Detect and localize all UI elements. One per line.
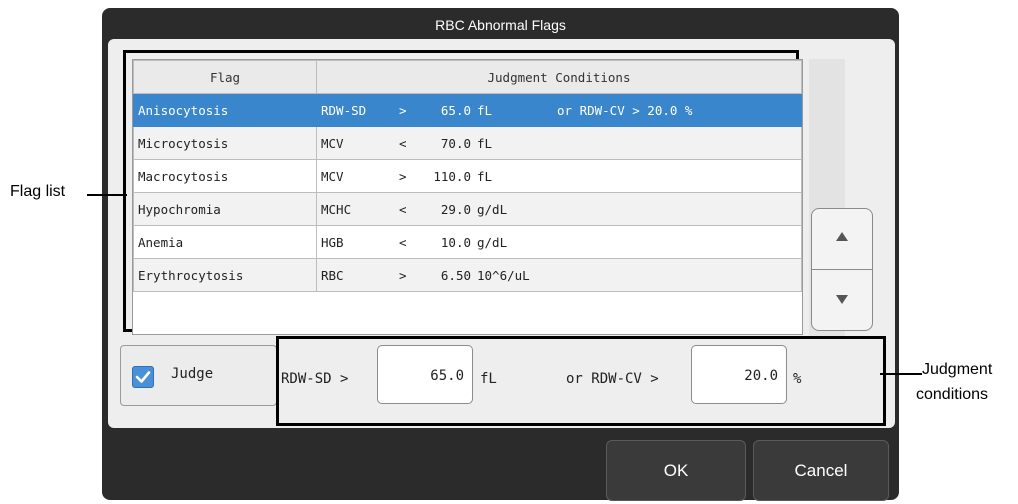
condition-param-1: RDW-SD >	[281, 371, 349, 387]
condition-param: HGB	[321, 234, 344, 250]
dialog-title: RBC Abnormal Flags	[435, 17, 566, 33]
condition-op: >	[399, 168, 407, 184]
condition-unit: fL	[477, 168, 493, 184]
flag-list-callout-line	[87, 194, 127, 196]
condition-unit: fL	[477, 102, 493, 118]
condition-value: 29.0	[440, 201, 471, 217]
judge-checkbox-button[interactable]: Judge	[120, 345, 277, 406]
condition-param: RDW-SD	[321, 102, 367, 118]
judge-label: Judge	[171, 366, 214, 382]
condition-param: RBC	[321, 267, 344, 283]
condition-op: >	[399, 102, 407, 118]
condition-unit: 10^6/uL	[477, 267, 530, 283]
rdw-sd-input[interactable]: 65.0	[377, 345, 473, 404]
condition-unit: g/dL	[477, 201, 508, 217]
triangle-up-icon	[836, 232, 848, 241]
condition-value: 70.0	[440, 135, 471, 151]
condition-value: 10.0	[440, 234, 471, 250]
condition-op: <	[399, 135, 407, 151]
condition-param: MCV	[321, 168, 344, 184]
condition-value: 110.0	[433, 168, 471, 184]
condition-extra: or RDW-CV > 20.0 %	[557, 102, 693, 118]
condition-value: 65.0	[440, 102, 471, 118]
condition-param: MCHC	[321, 201, 352, 217]
condition-value: 6.50	[440, 267, 471, 283]
judgment-callout-line	[880, 373, 922, 375]
condition-cell: RBC >6.50 10^6/uL	[316, 258, 802, 292]
condition-param-2: or RDW-CV >	[566, 371, 659, 387]
condition-op: <	[399, 234, 407, 250]
condition-cell: HGB <10.0 g/dL	[316, 225, 802, 259]
condition-unit: g/dL	[477, 234, 508, 250]
triangle-down-icon	[836, 295, 848, 304]
table-row[interactable]: Anemia HGB <10.0 g/dL	[133, 225, 802, 259]
scroll-down-button[interactable]	[811, 269, 873, 331]
rdw-cv-input[interactable]: 20.0	[691, 345, 787, 404]
rbc-abnormal-flags-dialog: RBC Abnormal Flags Flag Judgment Conditi…	[102, 8, 899, 501]
table-row[interactable]: Microcytosis MCV <70.0 fL	[133, 126, 802, 160]
condition-op: >	[399, 267, 407, 283]
flag-table: Flag Judgment Conditions Anisocytosis RDW…	[133, 60, 802, 292]
condition-op: <	[399, 201, 407, 217]
flag-name-cell: Erythrocytosis	[133, 258, 317, 292]
column-header-flag: Flag	[133, 60, 317, 94]
condition-cell: MCV >110.0 fL	[316, 159, 802, 193]
flag-name-cell: Hypochromia	[133, 192, 317, 226]
column-header-conditions: Judgment Conditions	[316, 60, 802, 94]
flag-list-callout: Flag list	[10, 183, 66, 200]
judgment-callout-line2: conditions	[916, 386, 989, 403]
condition-cell: MCHC <29.0 g/dL	[316, 192, 802, 226]
table-row[interactable]: Anisocytosis RDW-SD >65.0 fL or RDW-CV > 20.…	[133, 93, 802, 127]
table-row[interactable]: Hypochromia MCHC <29.0 g/dL	[133, 192, 802, 226]
condition-param: MCV	[321, 135, 344, 151]
flag-list: Flag Judgment Conditions Anisocytosis RDW…	[132, 59, 803, 335]
condition-unit-2: %	[793, 371, 802, 387]
condition-unit: fL	[477, 135, 493, 151]
judgment-callout-line1: Judgment	[922, 361, 993, 378]
table-row[interactable]: Erythrocytosis RBC >6.50 10^6/uL	[133, 258, 802, 292]
flag-name-cell: Macrocytosis	[133, 159, 317, 193]
checkbox-checked-icon	[132, 366, 154, 388]
cancel-button[interactable]: Cancel	[753, 440, 889, 501]
dialog-panel: Flag Judgment Conditions Anisocytosis RDW…	[108, 39, 895, 428]
table-row[interactable]: Macrocytosis MCV >110.0 fL	[133, 159, 802, 193]
condition-unit-1: fL	[480, 371, 497, 387]
flag-name-cell: Anisocytosis	[133, 93, 317, 127]
ok-button[interactable]: OK	[606, 440, 746, 501]
scroll-up-button[interactable]	[811, 208, 873, 270]
flag-name-cell: Anemia	[133, 225, 317, 259]
condition-cell: RDW-SD >65.0 fL or RDW-CV > 20.0 %	[316, 93, 802, 127]
condition-cell: MCV <70.0 fL	[316, 126, 802, 160]
flag-name-cell: Microcytosis	[133, 126, 317, 160]
